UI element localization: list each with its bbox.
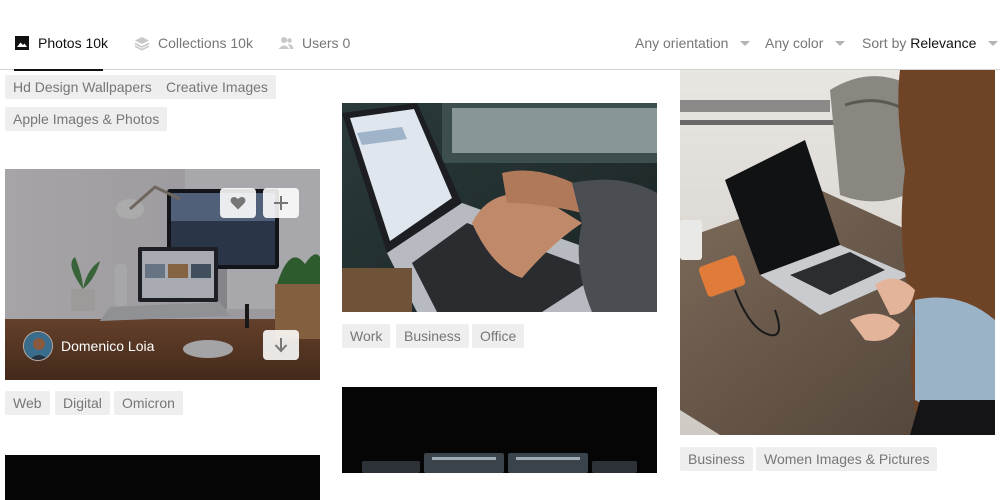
related-tag[interactable]: Creative Images — [158, 75, 276, 99]
tab-collections-count: 10k — [230, 35, 253, 51]
color-filter-label: Any color — [765, 35, 824, 51]
photo-card[interactable] — [5, 455, 320, 500]
heart-icon — [230, 196, 246, 210]
photo-image — [680, 70, 995, 435]
download-button[interactable] — [263, 330, 299, 360]
tab-users-count: 0 — [342, 35, 351, 51]
sort-filter[interactable]: Sort by Relevance — [862, 34, 999, 52]
tab-collections-label: Collections — [158, 35, 227, 51]
photo-card[interactable]: Domenico Loia — [5, 169, 320, 380]
photo-image — [342, 103, 657, 312]
photo-tag[interactable]: Omicron — [114, 391, 183, 415]
photo-card[interactable] — [680, 70, 995, 435]
tab-photos-count: 10k — [85, 35, 109, 51]
related-tag[interactable]: Apple Images & Photos — [5, 107, 168, 131]
photo-card[interactable] — [342, 103, 657, 312]
sort-value: Relevance — [910, 35, 977, 51]
tab-photos[interactable]: Photos 10k — [14, 34, 109, 71]
orientation-filter[interactable]: Any orientation — [635, 34, 751, 52]
author-name: Domenico Loia — [61, 338, 155, 354]
orientation-filter-label: Any orientation — [635, 35, 729, 51]
photo-card[interactable] — [342, 387, 657, 473]
download-arrow-icon — [274, 338, 288, 353]
search-tabs-bar: Photos 10k Collections 10k Users 0 Any o… — [0, 0, 1000, 71]
photo-tag[interactable]: Web — [5, 391, 50, 415]
tab-photos-label: Photos — [38, 35, 82, 51]
photo-tag[interactable]: Work — [342, 324, 391, 348]
add-to-collection-button[interactable] — [263, 188, 299, 218]
chevron-down-icon — [988, 40, 999, 46]
photo-tag[interactable]: Office — [472, 324, 525, 348]
related-tag[interactable]: Hd Design Wallpapers — [5, 75, 160, 99]
photo-tag[interactable]: Business — [396, 324, 469, 348]
photo-image — [5, 455, 320, 500]
like-button[interactable] — [220, 188, 256, 218]
photo-tag[interactable]: Digital — [55, 391, 110, 415]
photo-tag[interactable]: Women Images & Pictures — [756, 447, 938, 471]
avatar — [23, 331, 53, 361]
photo-tag[interactable]: Business — [680, 447, 753, 471]
photo-author[interactable]: Domenico Loia — [23, 331, 154, 361]
chevron-down-icon — [835, 40, 846, 46]
layers-icon — [134, 35, 150, 51]
tab-users[interactable]: Users 0 — [278, 34, 350, 70]
chevron-down-icon — [740, 40, 751, 46]
plus-icon — [274, 196, 288, 210]
photo-image — [342, 387, 657, 473]
users-icon — [278, 35, 294, 51]
active-tab-underline — [14, 69, 103, 71]
tab-users-label: Users — [302, 35, 339, 51]
tab-collections[interactable]: Collections 10k — [134, 34, 253, 70]
sort-prefix: Sort by — [862, 35, 907, 51]
image-icon — [14, 35, 30, 51]
color-filter[interactable]: Any color — [765, 34, 846, 52]
